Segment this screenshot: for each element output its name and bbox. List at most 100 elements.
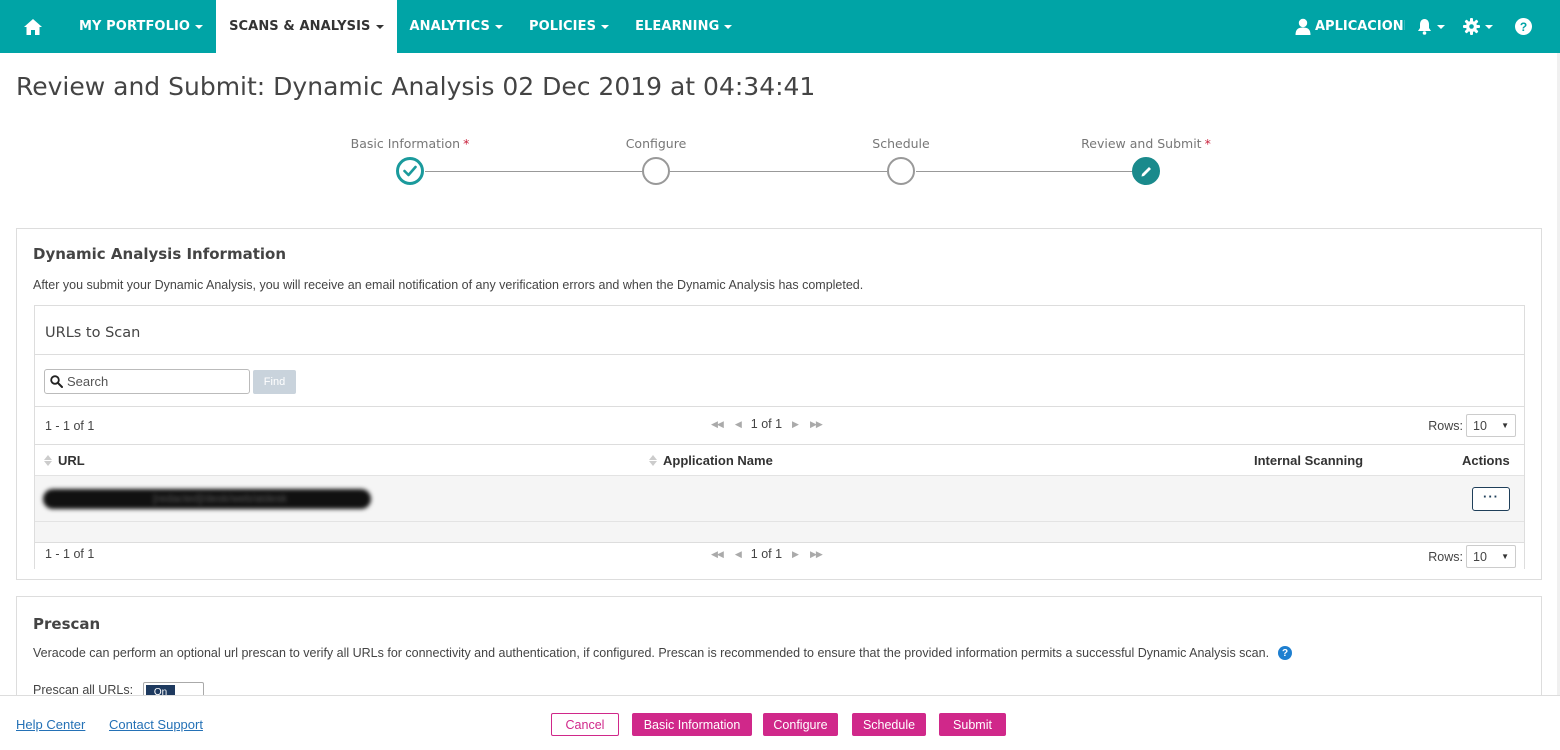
table-row: [redacted]/desk/web/atdesk ··· xyxy=(35,475,1524,521)
step-circle-configure[interactable] xyxy=(642,157,670,185)
wizard-step-review-and-submit[interactable]: Review and Submit * xyxy=(1081,136,1211,151)
bell-icon xyxy=(1418,19,1431,35)
required-marker: * xyxy=(463,136,470,151)
column-header-internal-scanning: Internal Scanning xyxy=(1254,453,1363,468)
column-label: Actions xyxy=(1462,453,1510,468)
nav-right-tools: APLICACIONES xyxy=(1295,0,1560,53)
column-header-actions: Actions xyxy=(1462,453,1510,468)
footer-bar: Help Center Contact Support Cancel Basic… xyxy=(0,695,1560,750)
wizard-connector xyxy=(670,171,887,172)
settings-button[interactable] xyxy=(1463,18,1493,35)
prev-page-button[interactable]: ◀ xyxy=(735,549,742,560)
gear-icon xyxy=(1463,18,1480,35)
nav-scans-analysis-label: SCANS & ANALYSIS xyxy=(229,19,371,34)
chevron-down-icon xyxy=(195,24,204,29)
chevron-down-icon xyxy=(601,24,610,29)
svg-text:?: ? xyxy=(1520,20,1527,34)
configure-button[interactable]: Configure xyxy=(763,713,838,736)
step-label: Review and Submit xyxy=(1081,136,1202,151)
table-empty-area xyxy=(35,521,1524,542)
user-icon xyxy=(1295,18,1311,35)
prescan-panel: Prescan Veracode can perform an optional… xyxy=(16,596,1542,702)
wizard-connector xyxy=(425,171,655,172)
wizard-step-basic-information[interactable]: Basic Information * xyxy=(351,136,470,151)
page-navigation: ◀◀ ◀ 1 of 1 ▶ ▶▶ xyxy=(705,547,828,561)
step-label: Configure xyxy=(625,136,687,151)
nav-scans-analysis[interactable]: SCANS & ANALYSIS xyxy=(216,0,397,53)
step-label: Basic Information xyxy=(350,136,461,151)
panel-title: Prescan xyxy=(33,615,101,633)
notifications-button[interactable] xyxy=(1417,18,1445,35)
rows-per-page: Rows: 10 ▼ xyxy=(1428,545,1516,568)
chevron-down-icon xyxy=(375,24,384,29)
first-page-button[interactable]: ◀◀ xyxy=(711,419,724,430)
checkmark-icon xyxy=(403,165,417,177)
caret-down-icon: ▼ xyxy=(1501,421,1509,430)
section-title: URLs to Scan xyxy=(45,325,141,341)
find-button[interactable]: Find xyxy=(253,370,296,394)
record-count: 1 - 1 of 1 xyxy=(45,419,95,433)
panel-title: Dynamic Analysis Information xyxy=(33,245,287,263)
step-circle-basic-information[interactable] xyxy=(396,157,424,185)
next-page-button[interactable]: ▶ xyxy=(792,419,799,430)
search-input[interactable] xyxy=(67,374,237,389)
nav-policies-label: POLICIES xyxy=(528,19,597,34)
nav-analytics[interactable]: ANALYTICS xyxy=(397,0,516,53)
rows-label: Rows: xyxy=(1428,418,1463,433)
cancel-button[interactable]: Cancel xyxy=(551,713,619,736)
wizard-step-configure[interactable]: Configure xyxy=(626,136,687,151)
rows-select[interactable]: 10 ▼ xyxy=(1466,545,1516,568)
pager-top: 1 - 1 of 1 ◀◀ ◀ 1 of 1 ▶ ▶▶ Rows: 10 ▼ xyxy=(35,406,1524,443)
last-page-button[interactable]: ▶▶ xyxy=(810,549,823,560)
page-indicator: 1 of 1 xyxy=(750,417,783,431)
schedule-button[interactable]: Schedule xyxy=(852,713,926,736)
pencil-icon xyxy=(1141,166,1151,176)
required-marker: * xyxy=(1204,136,1211,151)
nav-my-portfolio-label: MY PORTFOLIO xyxy=(79,19,191,34)
nav-policies[interactable]: POLICIES xyxy=(516,0,622,53)
user-name: APLICACIONES xyxy=(1315,19,1405,34)
pager-bottom: 1 - 1 of 1 ◀◀ ◀ 1 of 1 ▶ ▶▶ Rows: 10 ▼ xyxy=(35,542,1524,569)
help-button[interactable]: ? xyxy=(1515,18,1532,35)
home-button[interactable] xyxy=(0,0,66,53)
user-menu[interactable]: APLICACIONES xyxy=(1295,18,1405,35)
basic-information-button[interactable]: Basic Information xyxy=(632,713,752,736)
url-cell-redacted: [redacted]/desk/web/atdesk xyxy=(43,489,371,509)
column-header-url[interactable]: URL xyxy=(44,453,85,468)
next-page-button[interactable]: ▶ xyxy=(792,549,799,560)
column-header-application-name[interactable]: Application Name xyxy=(649,453,773,468)
rows-per-page: Rows: 10 ▼ xyxy=(1428,414,1516,437)
nav-elearning-label: ELEARNING xyxy=(635,19,720,34)
chevron-down-icon xyxy=(1437,24,1445,29)
panel-description: After you submit your Dynamic Analysis, … xyxy=(33,278,864,292)
record-count: 1 - 1 of 1 xyxy=(45,547,95,561)
row-actions-button[interactable]: ··· xyxy=(1472,487,1510,511)
question-icon: ? xyxy=(1515,18,1532,35)
sort-icon xyxy=(44,455,52,466)
rows-value: 10 xyxy=(1473,418,1487,433)
divider xyxy=(35,354,1524,355)
caret-down-icon: ▼ xyxy=(1501,552,1509,561)
submit-button[interactable]: Submit xyxy=(939,713,1006,736)
chevron-down-icon xyxy=(724,24,733,29)
nav-my-portfolio[interactable]: MY PORTFOLIO xyxy=(66,0,216,53)
table-header: URL Application Name Internal Scanning A… xyxy=(35,444,1524,475)
column-label: Application Name xyxy=(663,453,773,468)
nav-elearning[interactable]: ELEARNING xyxy=(622,0,745,53)
rows-select[interactable]: 10 ▼ xyxy=(1466,414,1516,437)
wizard-step-schedule[interactable]: Schedule xyxy=(872,136,929,151)
first-page-button[interactable]: ◀◀ xyxy=(711,549,724,560)
help-icon[interactable]: ? xyxy=(1278,646,1293,660)
rows-value: 10 xyxy=(1473,549,1487,564)
prescan-description: Veracode can perform an optional url pre… xyxy=(33,646,1270,660)
contact-support-link[interactable]: Contact Support xyxy=(109,717,203,732)
sort-icon xyxy=(649,455,657,466)
chevron-down-icon xyxy=(1485,24,1493,29)
help-center-link[interactable]: Help Center xyxy=(16,717,85,732)
prev-page-button[interactable]: ◀ xyxy=(735,419,742,430)
last-page-button[interactable]: ▶▶ xyxy=(810,419,823,430)
step-circle-schedule[interactable] xyxy=(887,157,915,185)
urls-to-scan-section: URLs to Scan Find 1 - 1 of 1 ◀◀ ◀ 1 of 1… xyxy=(34,305,1525,569)
step-circle-review-and-submit[interactable] xyxy=(1132,157,1160,185)
wizard-connector xyxy=(916,171,1133,172)
